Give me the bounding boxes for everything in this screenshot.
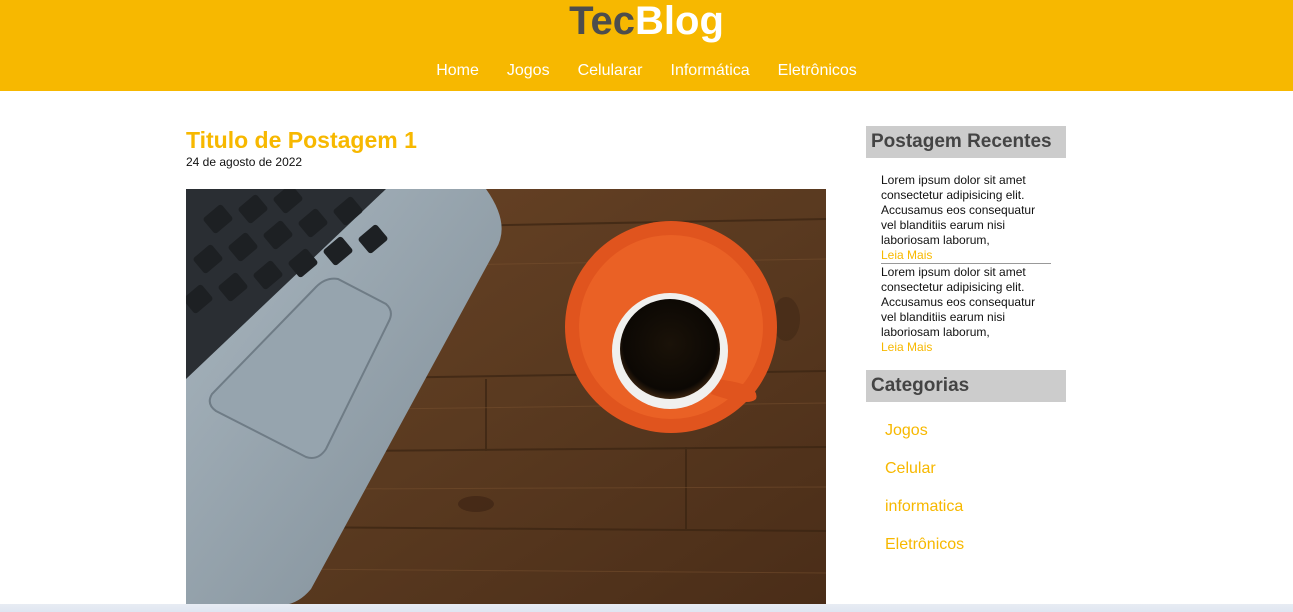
recent-post-2: Lorem ipsum dolor sit amet consectetur a… — [881, 265, 1051, 355]
recent-post-text-line: laboriosam laborum, — [881, 325, 990, 339]
recent-post-text-line: Accusamus eos consequatur — [881, 295, 1036, 309]
nav-informatica[interactable]: Informática — [671, 60, 750, 82]
category-informatica[interactable]: informatica — [885, 496, 964, 534]
recent-post-1: Lorem ipsum dolor sit amet consectetur a… — [881, 173, 1051, 263]
post-image — [186, 189, 826, 605]
site-header: TecBlog Home Jogos Celularar Informática… — [0, 0, 1293, 91]
categories-heading: Categorias — [866, 370, 1066, 402]
recent-post-text-line: laboriosam laborum, — [881, 233, 990, 247]
read-more-link[interactable]: Leia Mais — [881, 248, 1051, 263]
category-eletronicos[interactable]: Eletrônicos — [885, 534, 964, 572]
logo-part-blog: Blog — [635, 0, 724, 43]
nav-home[interactable]: Home — [436, 60, 479, 82]
category-list: Jogos Celular informatica Eletrônicos — [885, 420, 964, 572]
recent-post-divider — [881, 263, 1051, 264]
recent-post-text-line: Accusamus eos consequatur — [881, 203, 1036, 217]
category-jogos[interactable]: Jogos — [885, 420, 964, 458]
category-celular[interactable]: Celular — [885, 458, 964, 496]
post-title[interactable]: Titulo de Postagem 1 — [186, 126, 417, 154]
nav-eletronicos[interactable]: Eletrônicos — [778, 60, 857, 82]
nav-celular[interactable]: Celularar — [578, 60, 643, 82]
window-bottom-strip — [0, 604, 1293, 612]
recent-post-text-line: Lorem ipsum dolor sit amet — [881, 173, 1026, 187]
recent-post-text-line: consectetur adipisicing elit. — [881, 280, 1025, 294]
recent-posts-heading: Postagem Recentes — [866, 126, 1066, 158]
nav-jogos[interactable]: Jogos — [507, 60, 550, 82]
recent-post-text-line: vel blanditiis earum nisi — [881, 310, 1006, 324]
main-nav: Home Jogos Celularar Informática Eletrôn… — [0, 60, 1293, 82]
post-date: 24 de agosto de 2022 — [186, 155, 303, 169]
recent-post-text-line: vel blanditiis earum nisi — [881, 218, 1006, 232]
laptop-coffee-photo — [186, 189, 826, 605]
recent-post-text-line: consectetur adipisicing elit. — [881, 188, 1025, 202]
site-logo[interactable]: TecBlog — [0, 0, 1293, 44]
read-more-link[interactable]: Leia Mais — [881, 340, 1051, 355]
logo-part-tec: Tec — [569, 0, 636, 43]
recent-post-text-line: Lorem ipsum dolor sit amet — [881, 265, 1026, 279]
